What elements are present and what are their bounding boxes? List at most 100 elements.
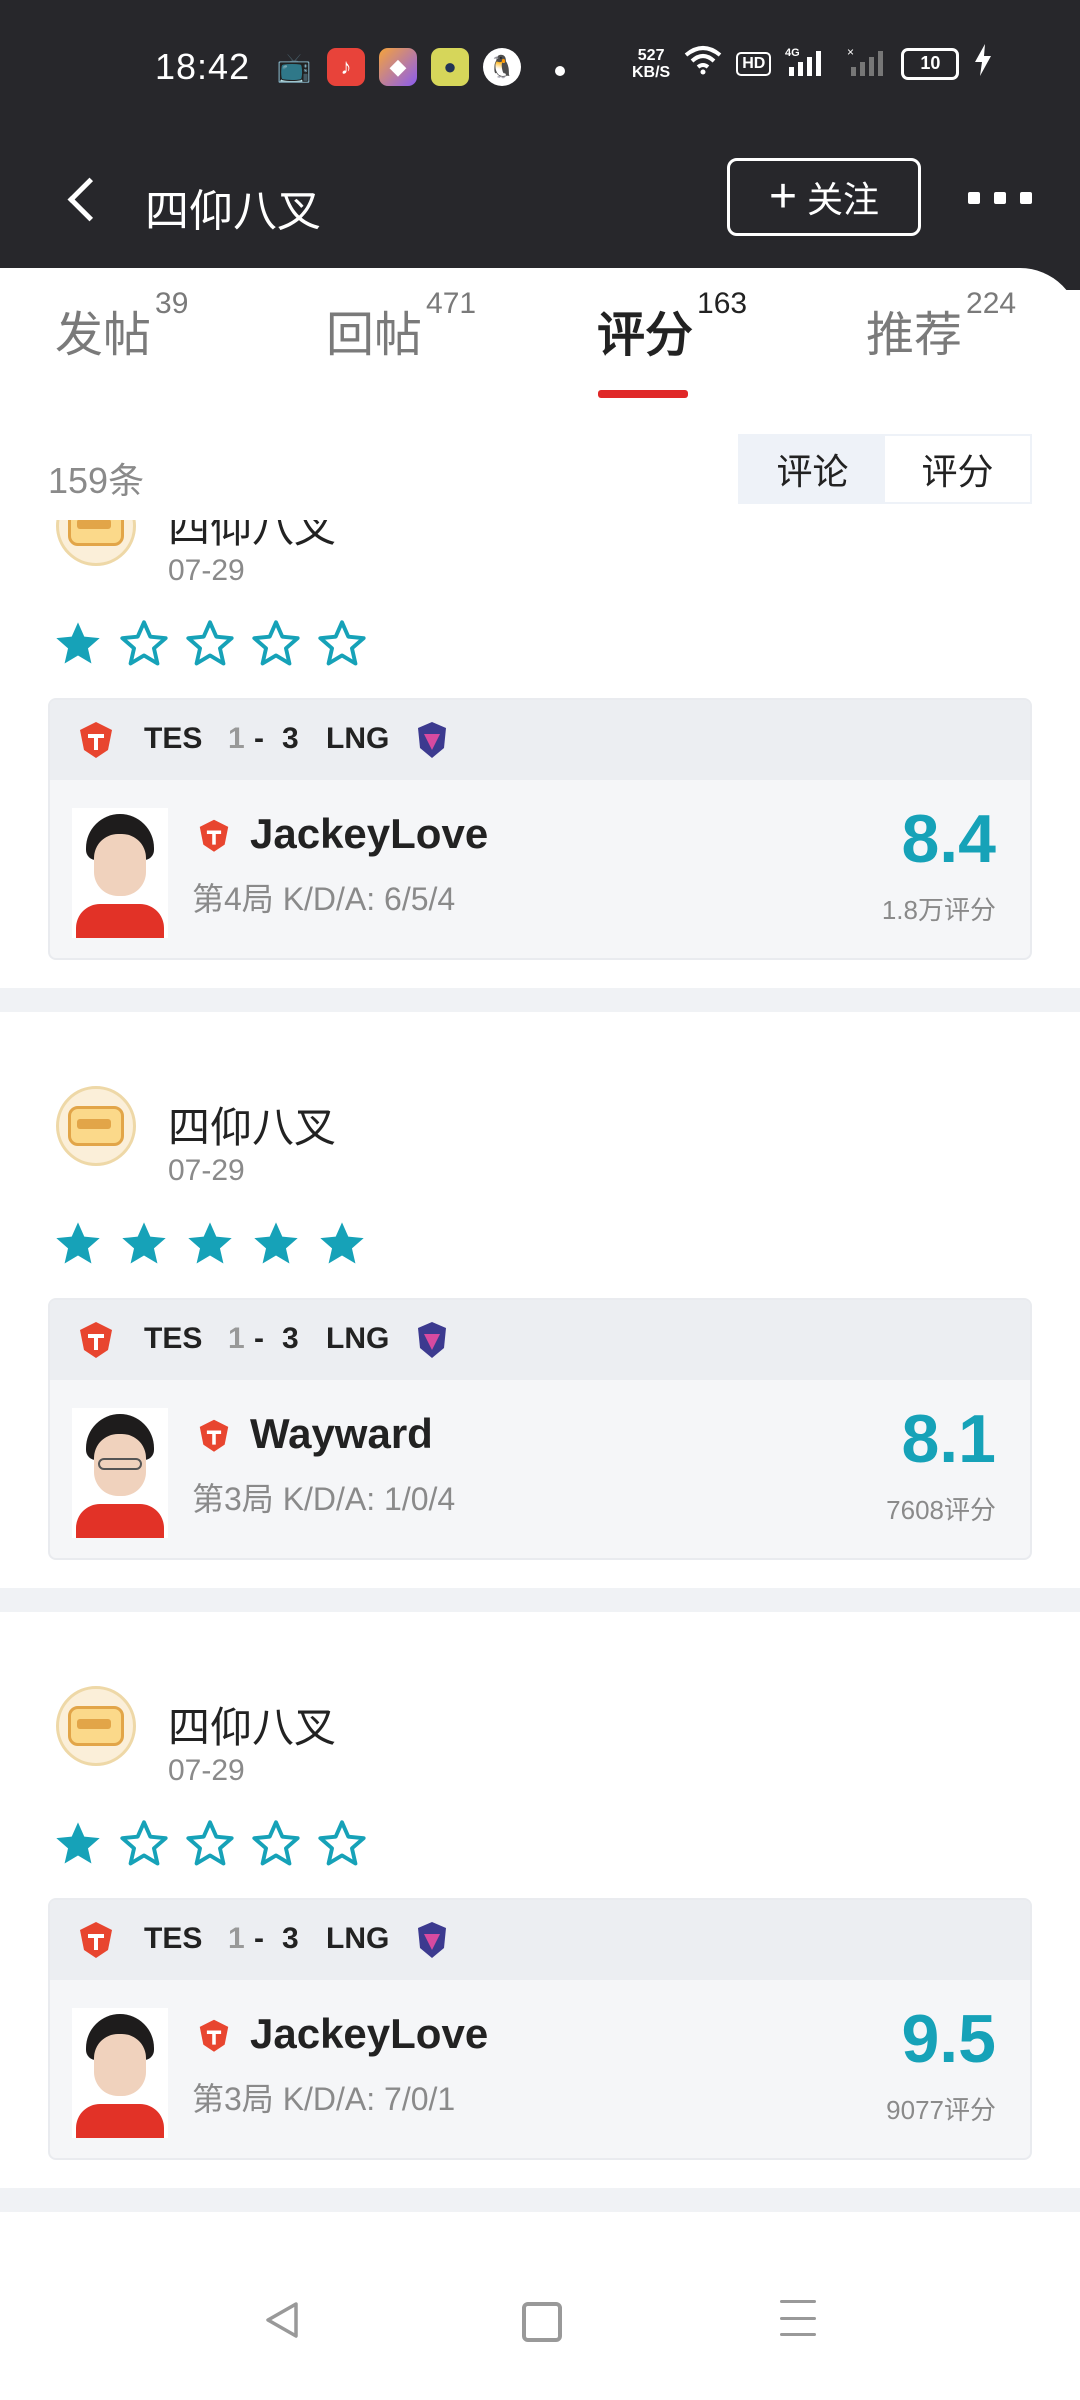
lng-logo-icon: [414, 720, 450, 760]
total-count: 159条: [48, 460, 145, 501]
player-name: JackeyLove: [250, 2010, 489, 2057]
tes-logo-icon: [78, 1320, 114, 1360]
username[interactable]: 四仰八叉: [168, 520, 336, 555]
star-empty-icon: [184, 618, 236, 675]
charging-bolt-icon: [973, 44, 993, 83]
score-separator: -: [254, 722, 264, 755]
notification-icons: 📺 ♪ ◆ ● 🐧: [275, 48, 521, 86]
plus-icon: +: [768, 170, 797, 223]
tab-ratings[interactable]: 评分163: [597, 287, 747, 365]
lng-logo-icon: [414, 1920, 450, 1960]
team-b: LNG: [326, 1322, 390, 1355]
tab-label: 评分: [597, 309, 694, 362]
star-empty-icon: [316, 1818, 368, 1875]
match-card[interactable]: TES 1 - 3 LNG Wayward 第3局 K/D/A: 1/0/4 8…: [48, 1298, 1032, 1560]
ratings-list: 四仰八叉 07-29 TES 1 - 3 LNG JackeyLove 第4局 …: [0, 520, 1080, 2240]
card-divider: [0, 2188, 1080, 2212]
star-empty-icon: [118, 1818, 170, 1875]
more-options-icon[interactable]: [968, 192, 1048, 206]
team-a: TES: [144, 1922, 203, 1955]
svg-text:×: ×: [847, 45, 854, 59]
tab-count: 163: [697, 287, 748, 320]
battery-icon: 10: [901, 47, 960, 80]
user-avatar[interactable]: [56, 1686, 136, 1766]
star-empty-icon: [184, 1818, 236, 1875]
app-header: 四仰八叉 + 关注: [0, 150, 1080, 250]
player-photo: [72, 808, 168, 938]
tes-logo-icon: [78, 720, 114, 760]
player-team-logo-icon: [198, 818, 230, 856]
nav-menu-icon[interactable]: [780, 2300, 816, 2336]
match-header: TES 1 - 3 LNG: [50, 700, 1030, 780]
score-a: 1: [228, 1322, 245, 1355]
username[interactable]: 四仰八叉: [168, 1694, 336, 1755]
vote-count: 7608评分: [886, 1495, 996, 1525]
username[interactable]: 四仰八叉: [168, 1094, 336, 1155]
tab-recommend[interactable]: 推荐224: [866, 287, 1016, 365]
star-filled-icon: [52, 618, 104, 675]
tes-logo-icon: [78, 1920, 114, 1960]
player-kda: 第4局 K/D/A: 6/5/4: [192, 881, 456, 917]
follow-button-label: 关注: [807, 179, 880, 220]
game-app-icon: ◆: [379, 48, 417, 86]
user-avatar[interactable]: [56, 520, 136, 566]
team-a: TES: [144, 1322, 203, 1355]
player-photo: [72, 1408, 168, 1538]
player-score: 9.5: [901, 2001, 996, 2077]
net-speed-value: 527: [637, 46, 665, 64]
qq-icon: 🐧: [483, 48, 521, 86]
player-name: Wayward: [250, 1410, 433, 1457]
list-subbar: 159条 评论 评分: [0, 430, 1080, 510]
follow-button[interactable]: + 关注: [727, 158, 921, 236]
card-divider: [0, 1588, 1080, 1612]
status-bar: 18:42 📺 ♪ ◆ ● 🐧 527 KB/S HD 4G × 10: [0, 40, 1080, 100]
star-filled-icon: [184, 1218, 236, 1275]
status-right: 527 KB/S HD 4G × 10: [632, 44, 993, 83]
tab-posts[interactable]: 发帖39: [55, 287, 188, 365]
tab-count: 39: [155, 287, 189, 320]
team-b: LNG: [326, 722, 390, 755]
toggle-comments[interactable]: 评论: [740, 436, 885, 502]
svg-text:4G: 4G: [785, 47, 800, 59]
more-notifications-dot-icon: [555, 66, 565, 76]
post-date: 07-29: [168, 1154, 245, 1187]
star-rating: [52, 1218, 368, 1275]
score-a: 1: [228, 722, 245, 755]
cell-signal-icon: 4G: [785, 45, 833, 82]
nav-home-icon[interactable]: [522, 2302, 562, 2342]
toggle-ratings[interactable]: 评分: [885, 436, 1030, 502]
score-separator: -: [254, 1922, 264, 1955]
star-empty-icon: [250, 618, 302, 675]
star-rating: [52, 1818, 368, 1875]
user-avatar[interactable]: [56, 1086, 136, 1166]
player-kda: 第3局 K/D/A: 1/0/4: [192, 1481, 456, 1517]
profile-tabs: 发帖39 回帖471 评分163 推荐224: [0, 287, 1080, 405]
match-card[interactable]: TES 1 - 3 LNG JackeyLove 第3局 K/D/A: 7/0/…: [48, 1898, 1032, 2160]
match-card[interactable]: TES 1 - 3 LNG JackeyLove 第4局 K/D/A: 6/5/…: [48, 698, 1032, 960]
rating-card[interactable]: 四仰八叉 07-29 TES 1 - 3 LNG JackeyLove: [0, 520, 1080, 960]
tab-label: 推荐: [866, 309, 963, 362]
vote-count: 1.8万评分: [881, 895, 996, 925]
match-header: TES 1 - 3 LNG: [50, 1300, 1030, 1380]
wifi-icon: [684, 45, 722, 82]
nav-back-icon[interactable]: [262, 2300, 302, 2340]
music-app-icon: ♪: [327, 48, 365, 86]
team-b: LNG: [326, 1922, 390, 1955]
player-score: 8.1: [901, 1401, 996, 1477]
system-nav-bar: [0, 2252, 1080, 2400]
active-tab-indicator: [598, 390, 688, 398]
tab-replies[interactable]: 回帖471: [326, 287, 476, 365]
lng-logo-icon: [414, 1320, 450, 1360]
star-rating: [52, 618, 368, 675]
vote-count: 9077评分: [886, 2095, 996, 2125]
star-empty-icon: [250, 1818, 302, 1875]
view-toggle: 评论 评分: [738, 434, 1032, 504]
top-bar: 18:42 📺 ♪ ◆ ● 🐧 527 KB/S HD 4G × 10 四仰八叉…: [0, 0, 1080, 290]
back-arrow-icon[interactable]: [60, 170, 110, 230]
star-empty-icon: [118, 618, 170, 675]
rating-card[interactable]: 四仰八叉 07-29 TES 1 - 3 LNG JackeyLove: [0, 1650, 1080, 2160]
score-separator: -: [254, 1322, 264, 1355]
rating-card[interactable]: 四仰八叉 07-29 TES 1 - 3 LNG Wayward 第3局 K/D…: [0, 1050, 1080, 1560]
star-filled-icon: [118, 1218, 170, 1275]
player-score: 8.4: [901, 801, 996, 877]
